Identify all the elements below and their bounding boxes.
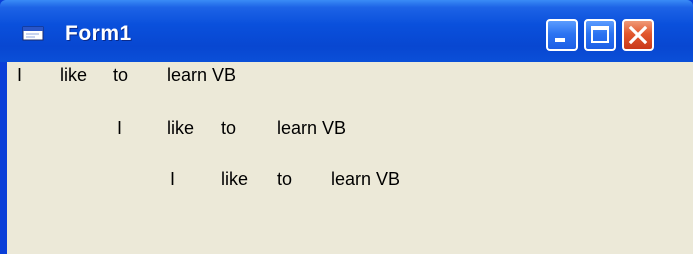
output-word: I [170, 169, 176, 189]
output-word: to [113, 65, 129, 85]
form-window-icon [22, 26, 44, 41]
output-word: to [221, 118, 237, 138]
form-client-area: I like to learn VB I like to learn VB I … [7, 62, 693, 254]
output-word: like [60, 65, 88, 85]
output-word: I [117, 118, 123, 138]
maximize-button[interactable] [584, 19, 616, 51]
output-word: to [277, 169, 293, 189]
output-word: I [17, 65, 23, 85]
minimize-button[interactable] [546, 19, 578, 51]
window-title: Form1 [65, 22, 132, 45]
close-icon [628, 25, 648, 45]
output-word: like [167, 118, 195, 138]
output-word: learn VB [277, 118, 347, 138]
output-word: learn VB [167, 65, 237, 85]
maximize-icon [591, 26, 609, 43]
title-bar[interactable]: Form1 [0, 0, 693, 62]
output-word: like [221, 169, 249, 189]
minimize-icon [555, 38, 565, 42]
form1-window: Form1 I like to learn VB I like to learn… [0, 0, 693, 254]
close-button[interactable] [622, 19, 654, 51]
output-word: learn VB [331, 169, 401, 189]
